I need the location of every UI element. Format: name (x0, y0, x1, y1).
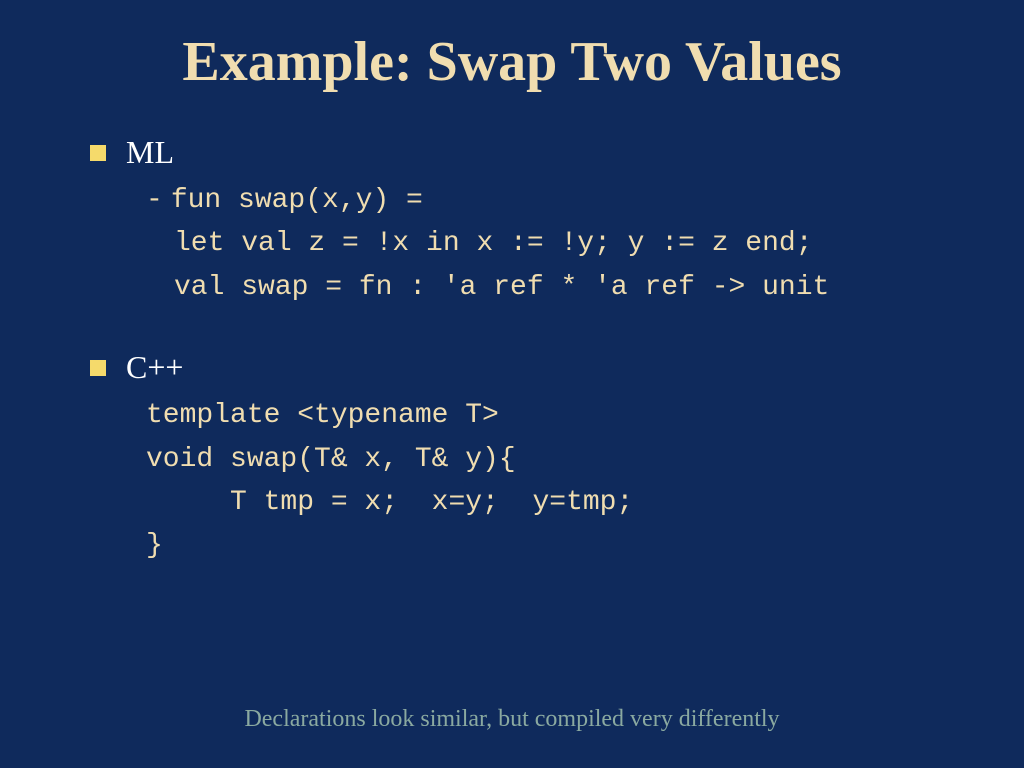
bullet-row: C++ (90, 349, 964, 386)
code-line: } (146, 524, 964, 567)
code-line: fun swap(x,y) = (171, 179, 423, 222)
code-block-cpp: template <typename T> void swap(T& x, T&… (146, 394, 964, 568)
dash-icon: - (146, 185, 163, 216)
slide: Example: Swap Two Values ML - fun swap(x… (0, 0, 1024, 768)
code-line: let val z = !x in x := !y; y := z end; (174, 222, 964, 265)
section-cpp: C++ template <typename T> void swap(T& x… (90, 349, 964, 568)
code-line: void swap(T& x, T& y){ (146, 438, 964, 481)
footer-note: Declarations look similar, but compiled … (0, 706, 1024, 733)
slide-title: Example: Swap Two Values (60, 30, 964, 94)
code-line: val swap = fn : 'a ref * 'a ref -> unit (174, 266, 964, 309)
code-dash-row: - fun swap(x,y) = (146, 179, 964, 222)
section-label: C++ (126, 349, 183, 386)
bullet-row: ML (90, 134, 964, 171)
square-bullet-icon (90, 360, 106, 376)
code-block-ml: - fun swap(x,y) = let val z = !x in x :=… (146, 179, 964, 309)
square-bullet-icon (90, 145, 106, 161)
code-line: T tmp = x; x=y; y=tmp; (146, 481, 964, 524)
section-label: ML (126, 134, 174, 171)
code-line: template <typename T> (146, 394, 964, 437)
section-ml: ML - fun swap(x,y) = let val z = !x in x… (90, 134, 964, 309)
